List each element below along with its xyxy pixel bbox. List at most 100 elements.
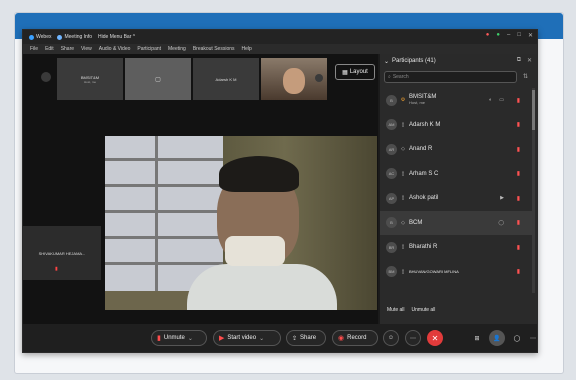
close-window-button[interactable]: ✕ — [528, 32, 533, 39]
avatar: AC — [386, 168, 397, 180]
participant-row[interactable]: AM ▯ Adarsh K M ▮ — [380, 113, 532, 138]
search-icon: ⌕ — [388, 74, 391, 80]
smiley-icon: ☺ — [387, 335, 395, 341]
menu-share[interactable]: Share — [61, 46, 74, 52]
participant-row[interactable]: BR ▯ Bharathi R ▮ — [380, 235, 532, 260]
participant-search-input[interactable]: ⌕ Search — [384, 71, 517, 83]
record-button[interactable]: ◉ Record — [332, 330, 378, 346]
mute-all-button[interactable]: Mute all — [387, 307, 405, 313]
chat-button[interactable]: ◯ — [509, 330, 525, 346]
sort-icon[interactable]: ⇅ — [523, 73, 528, 80]
scroll-right-button[interactable] — [315, 74, 323, 82]
device-icon: ▯ — [401, 268, 405, 275]
more-options-button[interactable]: ⋯ — [405, 330, 421, 346]
window-background — [105, 136, 223, 291]
browser-icon: ◇ — [401, 219, 405, 226]
ellipsis-icon: ⋯ — [410, 335, 416, 342]
participants-panel: ⌄ Participants (41) ⧉ ✕ ⌕ Search ⇅ B ⚙ B… — [380, 54, 537, 324]
avatar: AR — [386, 143, 397, 155]
leave-meeting-button[interactable]: ✕ — [427, 330, 443, 346]
webex-logo-icon — [29, 34, 34, 40]
muted-mic-icon: ▮ — [516, 195, 520, 202]
participant-list-scrollbar[interactable] — [532, 88, 535, 293]
muted-mic-icon: ▮ — [516, 146, 520, 153]
info-icon — [57, 34, 63, 40]
meeting-info[interactable]: Meeting Info — [57, 34, 92, 40]
participants-header: ⌄ Participants (41) ⧉ ✕ — [384, 57, 532, 65]
participant-row[interactable]: AC ▯ Arham S C ▮ — [380, 162, 532, 187]
participant-row[interactable]: AP ▯ Ashok patil ▶ ▮ — [380, 186, 532, 211]
menu-meeting[interactable]: Meeting — [168, 46, 186, 52]
minimize-button[interactable]: – — [507, 32, 510, 39]
participant-tile[interactable]: SHIVAKUMAR HEJAMA... ▮ — [23, 226, 101, 280]
participants-toggle-button[interactable]: 👤 — [489, 330, 505, 346]
thumbnail-tile[interactable]: Adarsh K M — [193, 58, 259, 100]
maximize-button[interactable]: □ — [517, 32, 521, 39]
chevron-up-icon: ^ — [132, 34, 136, 40]
avatar: B — [386, 94, 397, 106]
muted-mic-icon: ▮ — [55, 266, 58, 272]
muted-mic-icon: ▮ — [516, 171, 520, 178]
muted-mic-icon: ▮ — [516, 269, 520, 276]
unmute-all-button[interactable]: Unmute all — [412, 307, 436, 313]
share-icon: ⇪ — [292, 335, 298, 342]
start-video-button[interactable]: ▶ Start video ⌄ — [213, 330, 281, 346]
app-name[interactable]: Webex — [29, 34, 51, 40]
participant-row[interactable]: BM ▯ BHUVAN/GOWARI MFLINA ▮ — [380, 260, 532, 285]
popout-icon[interactable]: ⧉ — [517, 57, 521, 64]
close-icon: ✕ — [431, 333, 439, 343]
device-icon: ▯ — [401, 170, 405, 177]
menu-bar: File Edit Share View Audio & Video Parti… — [23, 44, 537, 54]
record-icon: ◉ — [338, 335, 345, 342]
avatar: B — [386, 217, 397, 229]
menu-audio-video[interactable]: Audio & Video — [99, 46, 131, 52]
menu-participant[interactable]: Participant — [137, 46, 161, 52]
reactions-button[interactable]: ☺ — [383, 330, 399, 346]
avatar: BM — [386, 266, 397, 278]
scrollbar-thumb[interactable] — [532, 90, 535, 130]
participant-row[interactable]: AR ◇ Anand R ▮ — [380, 137, 532, 162]
person-hair — [219, 156, 299, 192]
muted-mic-icon: ▮ — [157, 335, 161, 342]
scroll-left-button[interactable] — [41, 72, 51, 82]
thumbnail-tile[interactable]: ▢ — [125, 58, 191, 100]
layout-button[interactable]: ▦ Layout — [335, 64, 375, 80]
close-panel-button[interactable]: ✕ — [527, 57, 532, 64]
webex-meeting-window: Webex Meeting Info Hide Menu Bar ^ ● ● –… — [22, 29, 538, 353]
participant-row[interactable]: B ⚙ BMSIT&M Host, me ◐ ▭ ▮ — [380, 88, 532, 113]
participant-list: B ⚙ BMSIT&M Host, me ◐ ▭ ▮ AM ▯ Adarsh K … — [380, 88, 532, 293]
muted-mic-icon: ▮ — [516, 244, 520, 251]
face-mask — [225, 236, 285, 266]
chat-icon: ◯ — [513, 335, 521, 342]
thumbnail-tile[interactable]: BMSIT&M Host, me — [57, 58, 123, 100]
participants-footer: Mute all Unmute all — [380, 302, 537, 318]
menu-file[interactable]: File — [30, 46, 38, 52]
menu-edit[interactable]: Edit — [45, 46, 54, 52]
menu-breakout-sessions[interactable]: Breakout Sessions — [193, 46, 235, 52]
screen-icon: ▭ — [499, 97, 504, 104]
connection-icon: ● — [496, 32, 500, 38]
avatar: AP — [386, 192, 397, 204]
device-icon: ▯ — [401, 121, 405, 128]
share-button[interactable]: ⇪ Share — [286, 330, 326, 346]
browser-icon: ◇ — [401, 146, 405, 153]
muted-mic-icon: ▮ — [516, 122, 520, 129]
participant-row[interactable]: B ◇ BCM ◯ ▮ — [380, 210, 532, 235]
collapse-chevron-icon[interactable]: ⌄ — [384, 58, 389, 65]
chevron-down-icon: ⌄ — [187, 335, 193, 342]
layout-icon: ▦ — [342, 69, 348, 76]
hide-menu-bar-button[interactable]: Hide Menu Bar ^ — [98, 34, 135, 40]
more-panels-button[interactable]: ⋯ — [525, 330, 541, 346]
menu-view[interactable]: View — [81, 46, 92, 52]
unmute-button[interactable]: ▮ Unmute ⌄ — [151, 330, 207, 346]
breakout-button[interactable]: ⊞ — [469, 330, 485, 346]
chat-icon[interactable]: ◯ — [498, 220, 504, 226]
video-off-icon: ▶ — [219, 335, 225, 342]
avatar: AM — [386, 119, 397, 131]
device-icon: ▯ — [401, 195, 405, 202]
menu-help[interactable]: Help — [242, 46, 252, 52]
muted-mic-icon: ▮ — [516, 220, 520, 227]
device-icon: ▯ — [401, 244, 405, 251]
camera-icon: ◐ — [488, 97, 492, 104]
recording-status-icon: ● — [485, 32, 490, 38]
